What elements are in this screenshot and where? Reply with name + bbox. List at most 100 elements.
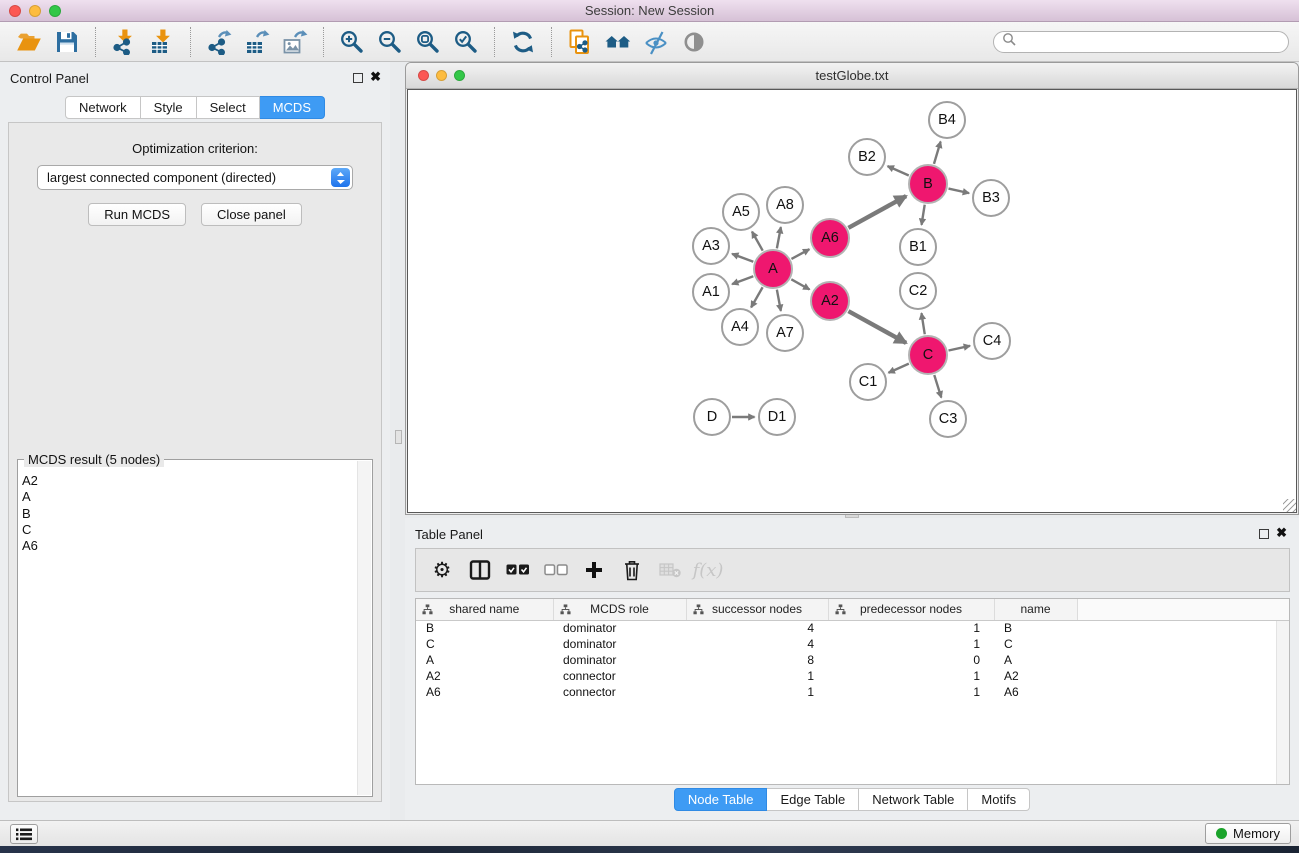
- tab-network-table[interactable]: Network Table: [859, 788, 968, 811]
- edge-B-B3[interactable]: [948, 189, 969, 194]
- node-A7[interactable]: A7: [766, 314, 804, 352]
- table-cell[interactable]: C: [416, 636, 553, 652]
- export-network-icon[interactable]: [200, 26, 238, 58]
- table-cell[interactable]: 1: [686, 684, 828, 700]
- result-item[interactable]: A: [22, 489, 372, 505]
- search-box[interactable]: [993, 31, 1289, 53]
- node-A6[interactable]: A6: [810, 218, 850, 258]
- column-header-name[interactable]: name: [994, 599, 1077, 620]
- table-cell[interactable]: A6: [416, 684, 553, 700]
- table-cell[interactable]: 1: [828, 636, 994, 652]
- table-cell[interactable]: 8: [686, 652, 828, 668]
- network-minimize-traffic-light[interactable]: [436, 70, 447, 81]
- save-icon[interactable]: [48, 26, 86, 58]
- column-header-predecessor-nodes[interactable]: predecessor nodes: [828, 599, 994, 620]
- tab-edge-table[interactable]: Edge Table: [767, 788, 859, 811]
- minimize-traffic-light[interactable]: [29, 5, 41, 17]
- zoom-traffic-light[interactable]: [49, 5, 61, 17]
- close-panel-button[interactable]: Close panel: [201, 203, 302, 226]
- node-D1[interactable]: D1: [758, 398, 796, 436]
- node-B4[interactable]: B4: [928, 101, 966, 139]
- node-B[interactable]: B: [908, 164, 948, 204]
- add-icon[interactable]: [578, 554, 610, 586]
- zoom-fit-icon[interactable]: [409, 26, 447, 58]
- table-float-panel-icon[interactable]: [1259, 529, 1269, 539]
- import-network-icon[interactable]: [105, 26, 143, 58]
- zoom-selected-icon[interactable]: [447, 26, 485, 58]
- edge-A-A2[interactable]: [791, 279, 809, 289]
- node-A2[interactable]: A2: [810, 281, 850, 321]
- table-cell[interactable]: 1: [828, 684, 994, 700]
- node-A3[interactable]: A3: [692, 227, 730, 265]
- edge-C-C4[interactable]: [949, 346, 971, 351]
- zoom-out-icon[interactable]: [371, 26, 409, 58]
- splitter-grip[interactable]: [395, 430, 402, 444]
- node-A5[interactable]: A5: [722, 193, 760, 231]
- open-icon[interactable]: [10, 26, 48, 58]
- node-C2[interactable]: C2: [899, 272, 937, 310]
- search-input[interactable]: [1021, 35, 1280, 49]
- export-image-icon[interactable]: [276, 26, 314, 58]
- edge-A-A6[interactable]: [791, 249, 809, 259]
- edge-C-C3[interactable]: [934, 375, 941, 397]
- table-cell[interactable]: A2: [416, 668, 553, 684]
- edge-A-A4[interactable]: [751, 287, 762, 307]
- node-A8[interactable]: A8: [766, 186, 804, 224]
- table-row[interactable]: A2connector11A2: [416, 668, 1289, 684]
- table-cell[interactable]: A: [416, 652, 553, 668]
- refresh-layout-icon[interactable]: [504, 26, 542, 58]
- table-cell[interactable]: B: [416, 620, 553, 636]
- tab-mcds[interactable]: MCDS: [260, 96, 325, 119]
- edge-A-A3[interactable]: [732, 254, 753, 262]
- table-cell[interactable]: dominator: [553, 620, 686, 636]
- edge-C-C1[interactable]: [889, 364, 909, 373]
- node-B2[interactable]: B2: [848, 138, 886, 176]
- table-row[interactable]: Cdominator41C: [416, 636, 1289, 652]
- deselect-all-icon[interactable]: [540, 554, 572, 586]
- edge-B-B1[interactable]: [922, 205, 925, 225]
- edge-C-C2[interactable]: [921, 313, 924, 334]
- node-A[interactable]: A: [753, 249, 793, 289]
- tab-style[interactable]: Style: [141, 96, 197, 119]
- duplicate-network-icon[interactable]: [561, 26, 599, 58]
- edge-B-B2[interactable]: [888, 166, 909, 175]
- resize-corner-handle[interactable]: [1283, 499, 1296, 512]
- zoom-in-icon[interactable]: [333, 26, 371, 58]
- result-item[interactable]: C: [22, 522, 372, 538]
- table-cell[interactable]: 0: [828, 652, 994, 668]
- column-header-shared-name[interactable]: shared name: [416, 599, 553, 620]
- node-A4[interactable]: A4: [721, 308, 759, 346]
- edge-A-A8[interactable]: [777, 227, 781, 248]
- table-row[interactable]: Adominator80A: [416, 652, 1289, 668]
- edge-A-A7[interactable]: [777, 290, 781, 311]
- edge-A6-B[interactable]: [848, 196, 906, 228]
- node-D[interactable]: D: [693, 398, 731, 436]
- memory-button[interactable]: Memory: [1205, 823, 1291, 844]
- tab-motifs[interactable]: Motifs: [968, 788, 1030, 811]
- table-cell[interactable]: 4: [686, 620, 828, 636]
- delete-icon[interactable]: [616, 554, 648, 586]
- table-cell[interactable]: A2: [994, 668, 1077, 684]
- result-item[interactable]: A6: [22, 538, 372, 554]
- table-cell[interactable]: 1: [686, 668, 828, 684]
- table-cell[interactable]: B: [994, 620, 1077, 636]
- network-zoom-traffic-light[interactable]: [454, 70, 465, 81]
- close-traffic-light[interactable]: [9, 5, 21, 17]
- table-row[interactable]: A6connector11A6: [416, 684, 1289, 700]
- network-canvas[interactable]: AA1A2A3A4A5A6A7A8BB1B2B3B4CC1C2C3C4DD1: [407, 89, 1297, 513]
- graphics-details-icon[interactable]: [637, 26, 675, 58]
- column-header-successor-nodes[interactable]: successor nodes: [686, 599, 828, 620]
- table-cell[interactable]: connector: [553, 684, 686, 700]
- table-cell[interactable]: connector: [553, 668, 686, 684]
- import-table-icon[interactable]: [143, 26, 181, 58]
- table-row[interactable]: Bdominator41B: [416, 620, 1289, 636]
- table-close-panel-icon[interactable]: ✖: [1276, 525, 1287, 541]
- node-C4[interactable]: C4: [973, 322, 1011, 360]
- close-panel-icon[interactable]: ✖: [370, 69, 381, 85]
- table-cell[interactable]: 1: [828, 668, 994, 684]
- edge-B-B4[interactable]: [934, 142, 941, 164]
- result-scrollbar[interactable]: [357, 461, 371, 795]
- show-panels-button[interactable]: [10, 824, 38, 844]
- run-mcds-button[interactable]: Run MCDS: [88, 203, 186, 226]
- table-cell[interactable]: dominator: [553, 652, 686, 668]
